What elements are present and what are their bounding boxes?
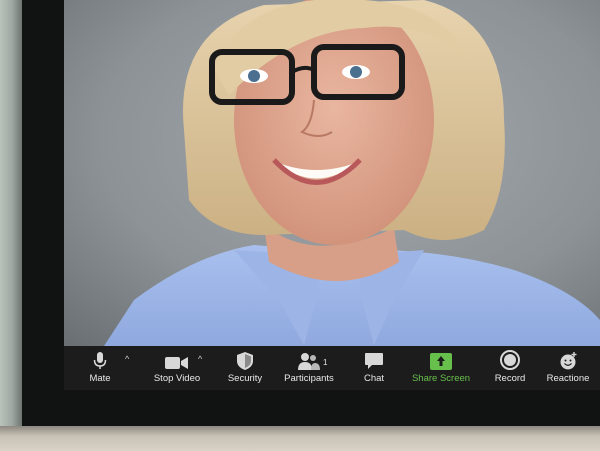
share-screen-icon bbox=[430, 346, 452, 370]
record-label: Record bbox=[494, 373, 526, 384]
meeting-window: Mate ^ Stop Video ^ Security Participant… bbox=[64, 0, 600, 390]
stop-video-label: Stop Video bbox=[153, 373, 201, 384]
participant-video-frame bbox=[64, 0, 600, 346]
share-screen-button[interactable]: Share Screen bbox=[412, 346, 470, 390]
meeting-toolbar: Mate ^ Stop Video ^ Security Participant… bbox=[64, 346, 600, 390]
participant-video bbox=[64, 0, 600, 346]
record-button[interactable]: Record bbox=[492, 346, 528, 390]
chat-button[interactable]: Chat bbox=[360, 346, 388, 390]
stop-video-button[interactable]: Stop Video bbox=[152, 346, 202, 390]
chat-bubble-icon bbox=[365, 346, 383, 370]
record-icon bbox=[500, 346, 520, 370]
shield-icon bbox=[237, 346, 253, 370]
participants-icon bbox=[298, 346, 320, 370]
mute-button[interactable]: Mate bbox=[88, 346, 112, 390]
video-options-caret[interactable]: ^ bbox=[198, 354, 202, 364]
reactions-button[interactable]: Reactione bbox=[544, 346, 592, 390]
participants-label: Participants bbox=[284, 373, 334, 384]
participants-button[interactable]: Participants bbox=[280, 346, 338, 390]
microphone-icon bbox=[93, 346, 107, 370]
participants-count-badge: 1 bbox=[323, 358, 328, 367]
chat-label: Chat bbox=[363, 373, 385, 384]
audio-options-caret[interactable]: ^ bbox=[125, 354, 129, 364]
reactions-icon bbox=[559, 346, 577, 370]
video-camera-icon bbox=[165, 346, 189, 370]
security-button[interactable]: Security bbox=[224, 346, 266, 390]
desk-surface bbox=[0, 426, 600, 451]
reactions-label: Reactione bbox=[546, 373, 590, 384]
share-screen-label: Share Screen bbox=[411, 373, 471, 384]
mute-label: Mate bbox=[89, 373, 111, 384]
security-label: Security bbox=[227, 373, 263, 384]
